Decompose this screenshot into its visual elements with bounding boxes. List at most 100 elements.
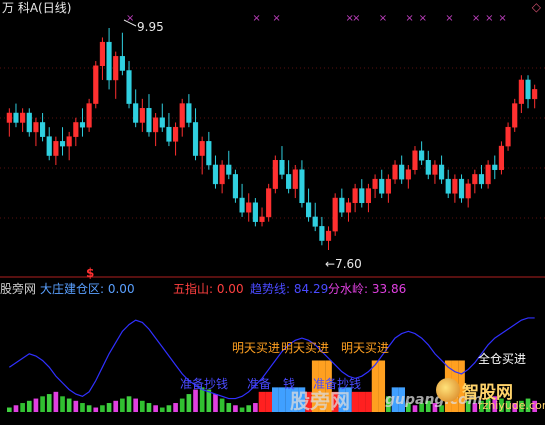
candle-body xyxy=(292,169,298,189)
indicator-label-divide: 分水岭: 33.86 xyxy=(328,282,407,296)
full-position-buy-label: 全仓买进 xyxy=(478,352,527,366)
grid-lines xyxy=(0,67,545,278)
candle-body xyxy=(518,79,524,104)
candle-body xyxy=(153,117,159,133)
fingers-bar xyxy=(365,391,372,412)
candle-body xyxy=(86,103,92,128)
candle-body xyxy=(133,103,139,123)
bottom-bar xyxy=(66,398,72,412)
buy-signal-bar xyxy=(371,360,379,412)
candle-body xyxy=(66,136,72,147)
candle-body xyxy=(39,122,46,137)
indicator-label-site: 股旁网 xyxy=(0,282,37,296)
candle-body xyxy=(492,164,498,170)
bottom-bar xyxy=(193,389,198,412)
buy-next-day-label: 明天买进 xyxy=(341,341,390,355)
candle-body xyxy=(219,164,225,185)
candle-body xyxy=(73,122,79,137)
bottom-bar xyxy=(179,398,185,412)
cross-markers: × × × ×× × × × × × × × xyxy=(126,13,507,24)
candle-body xyxy=(272,160,278,189)
candle-body xyxy=(266,188,272,218)
bottom-bar xyxy=(80,403,85,412)
bottom-bar xyxy=(233,405,238,412)
cross-marker: × xyxy=(252,13,260,24)
candle-body xyxy=(319,226,325,241)
candle-body xyxy=(312,216,318,227)
cross-marker: × xyxy=(379,13,387,24)
bottom-bar xyxy=(20,403,25,412)
indicator-label-trend: 趋势线: 84.29 xyxy=(250,282,329,296)
candle-body xyxy=(419,150,425,161)
candle-body xyxy=(46,136,52,156)
ready-bottom-label: 准备 xyxy=(247,377,272,391)
bottom-bar xyxy=(199,387,205,412)
candle-body xyxy=(199,141,205,156)
candle-body xyxy=(385,178,391,194)
logo-url: rzhiyude.com xyxy=(478,399,545,412)
indicator-label-accumulate: 大庄建仓区: 0.00 xyxy=(40,282,135,296)
buy-next-day-label: 明天买进 xyxy=(232,341,281,355)
bottom-bar xyxy=(186,394,192,412)
bottom-bar xyxy=(146,403,152,412)
candle-body xyxy=(525,79,531,100)
candle-body xyxy=(379,178,385,194)
candle-body xyxy=(99,41,106,67)
accumulate-bar xyxy=(272,387,279,412)
bottom-bar xyxy=(159,407,165,412)
candle-body xyxy=(93,65,99,104)
bottom-bar xyxy=(239,407,245,412)
candle-body xyxy=(192,122,199,156)
candle-body xyxy=(26,112,32,133)
candle-body xyxy=(146,108,152,133)
candle-body xyxy=(212,164,219,185)
candle-body xyxy=(126,70,132,104)
bottom-bar xyxy=(226,403,232,412)
gear-icon[interactable]: ◇ xyxy=(532,0,541,14)
cross-marker: × xyxy=(352,13,360,24)
bottom-bar xyxy=(26,400,32,412)
candle-body xyxy=(399,164,405,180)
candle-body xyxy=(498,145,505,170)
bottom-bar xyxy=(33,398,39,412)
cross-marker: × xyxy=(126,13,134,24)
bottom-bar xyxy=(219,398,225,412)
candle-body xyxy=(472,174,478,185)
bottom-bar xyxy=(53,391,59,412)
candle-body xyxy=(259,216,265,222)
candle-body xyxy=(106,41,112,81)
candle-body xyxy=(119,56,125,71)
candle-body xyxy=(13,112,19,123)
candle-body xyxy=(505,126,511,147)
cross-marker: × xyxy=(472,13,480,24)
candle-body xyxy=(172,126,179,142)
candle-body xyxy=(299,169,305,204)
candle-body xyxy=(445,178,451,194)
candle-body xyxy=(512,103,518,128)
chart-canvas: × × × ×× × × × × × × × xyxy=(0,13,545,412)
cross-marker: × xyxy=(272,13,280,24)
bottom-bar xyxy=(120,398,125,412)
bottom-bar xyxy=(73,400,79,412)
indicator-label-fingers: 五指山: 0.00 xyxy=(173,282,244,296)
candle-body xyxy=(438,164,445,180)
candle-body xyxy=(206,141,212,166)
candle-body xyxy=(239,197,245,213)
candle-body xyxy=(432,164,438,175)
bottom-bar xyxy=(6,407,12,412)
buy-next-day-label: 明天买进 xyxy=(281,341,330,355)
candle-body xyxy=(345,202,352,213)
bottom-bar xyxy=(139,400,145,412)
cross-marker: × xyxy=(498,13,506,24)
candle-body xyxy=(179,103,185,128)
candlestick-series xyxy=(6,19,538,250)
candle-body xyxy=(465,183,471,199)
candle-body xyxy=(372,178,378,189)
logo-icon xyxy=(436,378,460,402)
candle-body xyxy=(305,202,312,218)
candle-body xyxy=(359,188,365,204)
candle-body xyxy=(485,164,491,185)
signal-marker: $ xyxy=(86,266,95,280)
candle-body xyxy=(59,141,66,147)
candle-body xyxy=(226,164,232,175)
